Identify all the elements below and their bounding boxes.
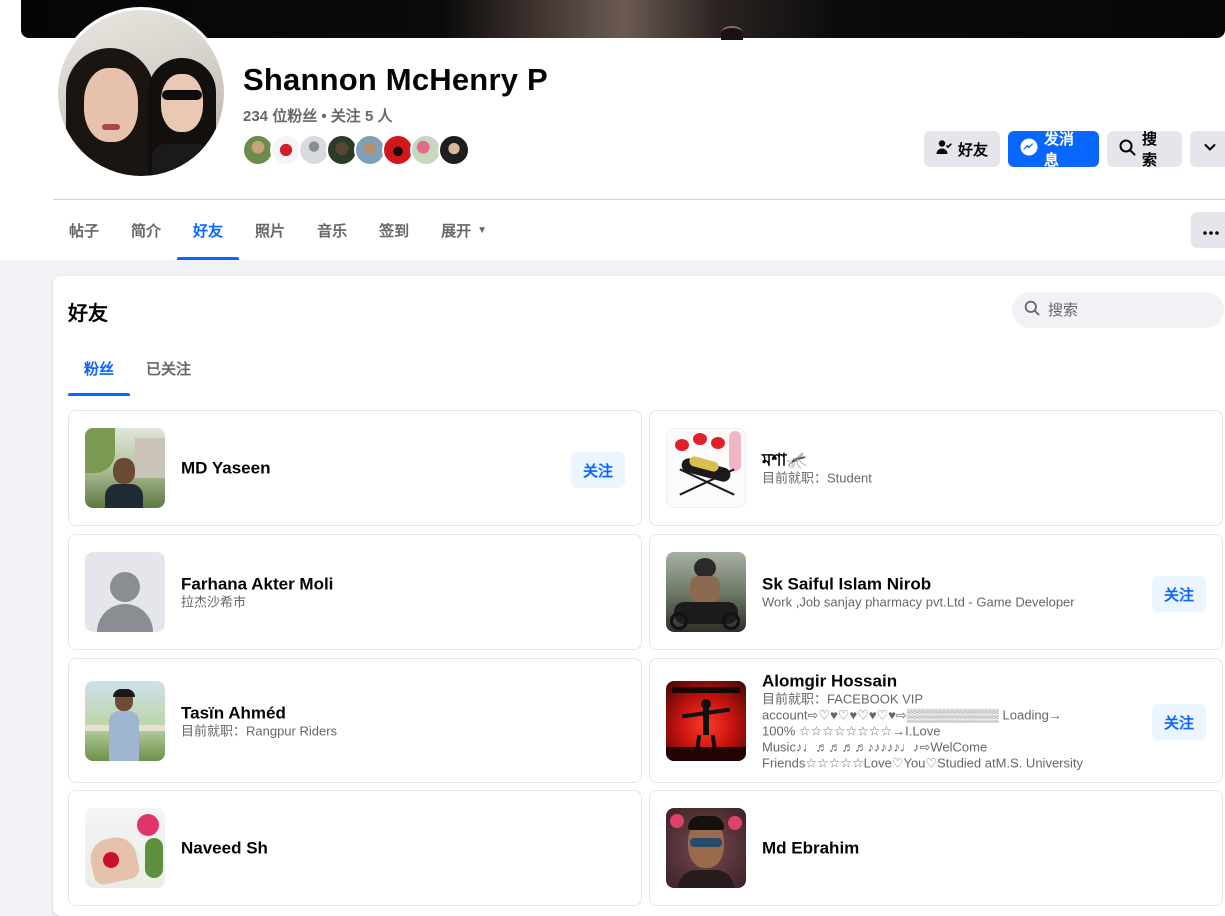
search-icon (1024, 300, 1040, 321)
follow-button[interactable]: 关注 (1152, 704, 1206, 740)
subtab-followers[interactable]: 粉丝 (68, 340, 131, 396)
message-button-label: 发消息 (1044, 131, 1075, 169)
tab-music[interactable]: 音乐 (301, 200, 363, 260)
friends-search[interactable] (1012, 292, 1224, 328)
tab-about[interactable]: 简介 (115, 200, 177, 260)
friend-name[interactable]: MD Yaseen (181, 458, 551, 479)
profile-stats[interactable]: 234 位粉丝 • 关注 5 人 (243, 105, 392, 126)
friends-button[interactable]: 好友 (924, 131, 1000, 167)
friend-avatar-strip (242, 134, 470, 166)
friend-detail: 100% ☆☆☆☆☆☆☆☆→I.Love (762, 723, 941, 738)
friend-detail: 目前就职：Rangpur Riders (181, 723, 338, 738)
tab-more-label: 展开 (441, 222, 472, 240)
friend-detail: account⇨♡♥♡♥♡♥♡♥⇨▒▒▒▒▒▒▒▒▒▒ Loading→ (762, 707, 1062, 722)
messenger-icon (1020, 138, 1038, 160)
friend-photo[interactable] (666, 552, 746, 632)
friend-card: Sk Saiful Islam Nirob Work ,Job sanjay p… (649, 534, 1223, 650)
profile-tabs: 帖子 简介 好友 照片 音乐 签到 展开 ▼ (53, 200, 503, 260)
profile-actions: 好友 发消息 搜索 (924, 131, 1225, 169)
tab-photos[interactable]: 照片 (239, 200, 301, 260)
friends-subtabs: 粉丝 已关注 (68, 340, 207, 396)
friend-name[interactable]: Naveed Sh (181, 838, 551, 859)
search-button-label: 搜索 (1142, 131, 1158, 169)
friend-photo[interactable] (85, 808, 165, 888)
tabs-overflow-button[interactable] (1191, 212, 1225, 248)
friends-button-label: 好友 (958, 141, 989, 159)
friend-name[interactable]: মশা🦟 (762, 450, 1132, 471)
friend-photo[interactable] (666, 428, 746, 508)
friend-card: Md Ebrahim (649, 790, 1223, 906)
search-icon (1119, 139, 1136, 160)
follow-button[interactable]: 关注 (1152, 576, 1206, 612)
friends-section-title: 好友 (68, 303, 108, 325)
tab-more[interactable]: 展开 ▼ (425, 200, 503, 260)
friend-check-icon (936, 139, 952, 159)
tab-friends[interactable]: 好友 (177, 200, 240, 260)
profile-avatar[interactable] (55, 7, 227, 179)
friend-name[interactable]: Tasïn Ahméd (181, 702, 551, 723)
friend-name[interactable]: Md Ebrahim (762, 838, 1132, 859)
friend-detail: 拉杰沙希市 (181, 594, 247, 610)
friend-detail: Work ,Job sanjay pharmacy pvt.Ltd - Game… (762, 594, 1075, 610)
caret-down-icon: ▼ (477, 224, 488, 236)
tab-posts[interactable]: 帖子 (53, 200, 115, 260)
friend-card: মশা🦟 目前就职：Student (649, 410, 1223, 526)
message-button[interactable]: 发消息 (1008, 131, 1099, 169)
friends-search-input[interactable] (1046, 300, 1210, 320)
friend-detail: Music♪♩♬♬♬♬♪♪♪♪♪♩♪⇨WelCome (762, 739, 988, 754)
tab-checkins[interactable]: 签到 (363, 200, 425, 260)
friend-detail: 目前就职：Student (762, 470, 872, 486)
chevron-down-icon (1203, 140, 1217, 158)
friend-photo[interactable] (85, 552, 165, 632)
friend-photo[interactable] (666, 808, 746, 888)
friend-card: MD Yaseen 关注 (68, 410, 642, 526)
follow-button[interactable]: 关注 (571, 452, 625, 488)
avatar[interactable] (438, 134, 470, 166)
more-options-button[interactable] (1190, 131, 1225, 167)
friend-name[interactable]: Farhana Akter Moli (181, 574, 551, 595)
friend-photo[interactable] (85, 428, 165, 508)
friend-card: Tasïn Ahméd 目前就职：Rangpur Riders (68, 658, 642, 783)
friend-photo[interactable] (85, 681, 165, 761)
friend-card: Naveed Sh (68, 790, 642, 906)
ellipsis-icon (1203, 222, 1219, 239)
friend-card: Farhana Akter Moli 拉杰沙希市 (68, 534, 642, 650)
subtab-following[interactable]: 已关注 (130, 340, 207, 396)
friend-name[interactable]: Sk Saiful Islam Nirob (762, 574, 1132, 595)
profile-search-button[interactable]: 搜索 (1107, 131, 1182, 169)
friend-detail: 目前就职：FACEBOOK VIP (762, 691, 924, 706)
friend-photo[interactable] (666, 681, 746, 761)
friend-name[interactable]: Alomgir Hossain (762, 670, 1122, 691)
friend-detail: Friends☆☆☆☆☆Love♡You♡Studied atM.S. Univ… (762, 755, 1084, 770)
friend-card: Alomgir Hossain 目前就职：FACEBOOK VIP accoun… (649, 658, 1223, 783)
profile-name: Shannon McHenry P (243, 62, 548, 97)
